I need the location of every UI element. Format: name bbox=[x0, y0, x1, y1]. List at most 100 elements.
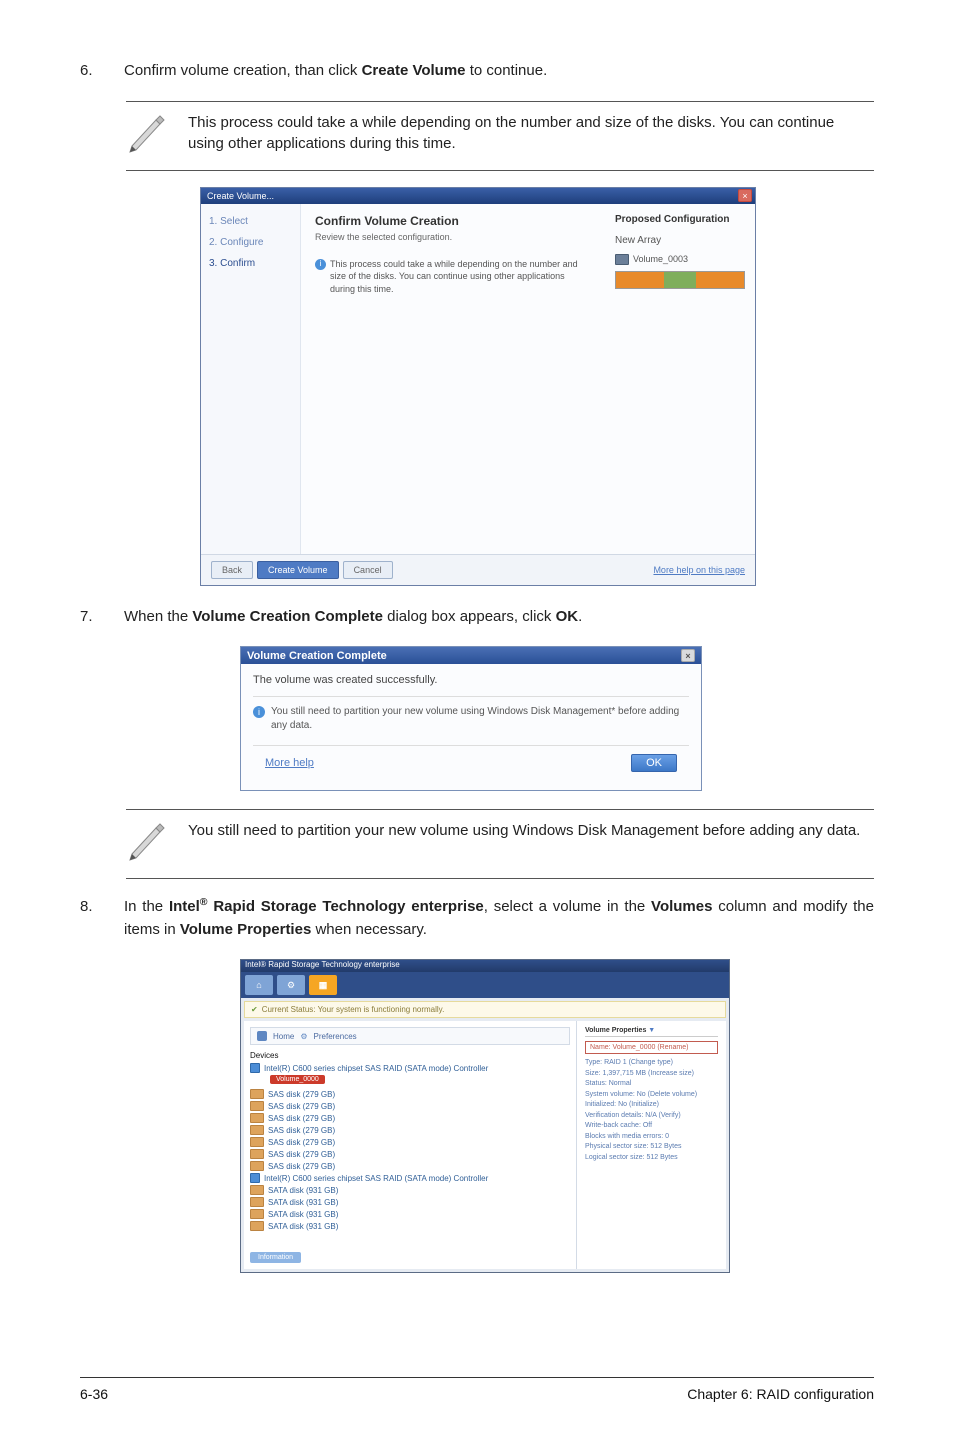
drive-label: SAS disk (279 GB) bbox=[268, 1102, 335, 1111]
close-icon[interactable]: × bbox=[681, 649, 695, 662]
dialog2-line1: The volume was created successfully. bbox=[253, 674, 689, 686]
list-item[interactable]: SATA disk (931 GB) bbox=[250, 1184, 570, 1196]
page-footer: 6-36 Chapter 6: RAID configuration bbox=[80, 1377, 874, 1402]
dialog-body: 1. Select 2. Configure 3. Confirm Confir… bbox=[201, 204, 755, 554]
dialog-title: Create Volume... bbox=[207, 191, 274, 201]
prop-line: Physical sector size: 512 Bytes bbox=[585, 1142, 718, 1153]
list-item[interactable]: SAS disk (279 GB) bbox=[250, 1148, 570, 1160]
note-1: This process could take a while dependin… bbox=[126, 101, 874, 171]
rst-devices: Devices Intel(R) C600 series chipset SAS… bbox=[250, 1051, 570, 1263]
pref-icon: ⚙ bbox=[300, 1032, 307, 1041]
step-7-text-b: dialog box appears, click bbox=[383, 608, 556, 625]
step-6-text-b: to continue. bbox=[466, 62, 548, 79]
step-7-text-c: . bbox=[578, 608, 582, 625]
list-item[interactable]: SATA disk (931 GB) bbox=[250, 1208, 570, 1220]
dialog-titlebar: Create Volume... × bbox=[201, 188, 755, 204]
disk-icon bbox=[250, 1221, 264, 1231]
sidebar-step-1: 1. Select bbox=[209, 216, 292, 227]
step-8-bold1: Intel bbox=[169, 898, 200, 915]
status-bar: ✔ Current Status: Your system is functio… bbox=[244, 1001, 726, 1018]
close-icon[interactable]: × bbox=[738, 189, 752, 202]
drive-label: SAS disk (279 GB) bbox=[268, 1126, 335, 1135]
rp-title: Proposed Configuration bbox=[615, 214, 745, 225]
drive-label: SATA disk (931 GB) bbox=[268, 1186, 338, 1195]
controller-row[interactable]: Intel(R) C600 series chipset SAS RAID (S… bbox=[250, 1062, 570, 1074]
step-6: 6. Confirm volume creation, than click C… bbox=[80, 60, 874, 83]
dialog-info-text: This process could take a while dependin… bbox=[330, 258, 591, 296]
dialog2-line2: i You still need to partition your new v… bbox=[253, 696, 689, 733]
devices-section: Devices bbox=[250, 1051, 570, 1060]
dialog2-footer: More help OK bbox=[253, 745, 689, 780]
note-2: You still need to partition your new vol… bbox=[126, 809, 874, 879]
drive-label: SATA disk (931 GB) bbox=[268, 1222, 338, 1231]
list-item[interactable]: SAS disk (279 GB) bbox=[250, 1136, 570, 1148]
list-item[interactable]: SATA disk (931 GB) bbox=[250, 1196, 570, 1208]
ok-button[interactable]: OK bbox=[631, 754, 677, 772]
home-tab-icon[interactable]: ⌂ bbox=[245, 975, 273, 995]
controller-icon bbox=[250, 1173, 260, 1183]
pencil-icon bbox=[126, 110, 172, 162]
more-help-link[interactable]: More help on this page bbox=[653, 565, 745, 575]
status-text: Current Status: Your system is functioni… bbox=[262, 1005, 445, 1014]
create-volume-button[interactable]: Create Volume bbox=[257, 561, 339, 579]
dialog-heading: Confirm Volume Creation bbox=[315, 214, 591, 228]
prop-line[interactable]: System volume: No (Delete volume) bbox=[585, 1090, 718, 1101]
dialog-info: i This process could take a while depend… bbox=[315, 258, 591, 296]
step-7-bold: Volume Creation Complete bbox=[192, 608, 383, 625]
list-item[interactable]: SAS disk (279 GB) bbox=[250, 1112, 570, 1124]
prop-line: Write-back cache: Off bbox=[585, 1121, 718, 1132]
more-help-link[interactable]: More help bbox=[265, 757, 314, 769]
step-8-bold3: Volume Properties bbox=[180, 921, 311, 938]
note-2-text: You still need to partition your new vol… bbox=[188, 818, 874, 870]
drive-label: SAS disk (279 GB) bbox=[268, 1090, 335, 1099]
dialog-footer: Back Create Volume Cancel More help on t… bbox=[201, 554, 755, 585]
home-label[interactable]: Home bbox=[273, 1032, 294, 1041]
proposed-config-panel: Proposed Configuration New Array Volume_… bbox=[605, 204, 755, 554]
rp-disk-label: Volume_0003 bbox=[633, 254, 688, 264]
volume-badge[interactable]: Volume_0000 bbox=[270, 1075, 325, 1084]
prop-line[interactable]: Size: 1,397,715 MB (Increase size) bbox=[585, 1069, 718, 1080]
controller-label: Intel(R) C600 series chipset SAS RAID (S… bbox=[264, 1174, 488, 1183]
list-item[interactable]: SATA disk (931 GB) bbox=[250, 1220, 570, 1232]
volumes-tab-icon[interactable]: ▦ bbox=[309, 975, 337, 995]
sidebar-step-2: 2. Configure bbox=[209, 237, 292, 248]
cancel-button[interactable]: Cancel bbox=[343, 561, 393, 579]
drive-label: SAS disk (279 GB) bbox=[268, 1162, 335, 1171]
step-8-text: In the Intel® Rapid Storage Technology e… bbox=[124, 895, 874, 941]
drive-label: SAS disk (279 GB) bbox=[268, 1114, 335, 1123]
prop-line[interactable]: Verification details: N/A (Verify) bbox=[585, 1111, 718, 1122]
prop-line[interactable]: Initialized: No (Initialize) bbox=[585, 1100, 718, 1111]
prop-line[interactable]: Type: RAID 1 (Change type) bbox=[585, 1058, 718, 1069]
list-item[interactable]: SAS disk (279 GB) bbox=[250, 1160, 570, 1172]
rst-titlebar: Intel® Rapid Storage Technology enterpri… bbox=[241, 960, 729, 972]
pencil-icon bbox=[126, 818, 172, 870]
list-item[interactable]: SAS disk (279 GB) bbox=[250, 1100, 570, 1112]
back-button[interactable]: Back bbox=[211, 561, 253, 579]
dialog2-line2-text: You still need to partition your new vol… bbox=[271, 705, 689, 733]
prop-name[interactable]: Name: Volume_0000 (Rename) bbox=[585, 1041, 718, 1054]
drive-label: SAS disk (279 GB) bbox=[268, 1138, 335, 1147]
step-7-number: 7. bbox=[80, 606, 100, 629]
pref-label[interactable]: Preferences bbox=[314, 1032, 357, 1041]
disk-icon bbox=[250, 1089, 264, 1099]
information-button[interactable]: Information bbox=[250, 1252, 301, 1263]
pref-tab-icon[interactable]: ⚙ bbox=[277, 975, 305, 995]
list-item[interactable]: SAS disk (279 GB) bbox=[250, 1124, 570, 1136]
raid-band-icon bbox=[615, 271, 745, 289]
step-8-bold1b: Rapid Storage Technology enterprise bbox=[208, 898, 484, 915]
disk-icon bbox=[615, 254, 629, 265]
controller-icon bbox=[250, 1063, 260, 1073]
list-item[interactable]: SAS disk (279 GB) bbox=[250, 1088, 570, 1100]
step-6-text-a: Confirm volume creation, than click bbox=[124, 62, 362, 79]
controller-label: Intel(R) C600 series chipset SAS RAID (S… bbox=[264, 1064, 488, 1073]
registered-icon: ® bbox=[200, 896, 208, 908]
volume-creation-complete-dialog: Volume Creation Complete × The volume wa… bbox=[240, 646, 702, 791]
home-icon bbox=[257, 1031, 267, 1041]
dialog-main: Confirm Volume Creation Review the selec… bbox=[301, 204, 605, 554]
rst-left-head: Home ⚙ Preferences bbox=[250, 1027, 570, 1045]
disk-icon bbox=[250, 1161, 264, 1171]
drive-label: SATA disk (931 GB) bbox=[268, 1210, 338, 1219]
controller-row[interactable]: Intel(R) C600 series chipset SAS RAID (S… bbox=[250, 1172, 570, 1184]
step-8-text-b: , select a volume in the bbox=[484, 898, 651, 915]
prop-line: Blocks with media errors: 0 bbox=[585, 1132, 718, 1143]
